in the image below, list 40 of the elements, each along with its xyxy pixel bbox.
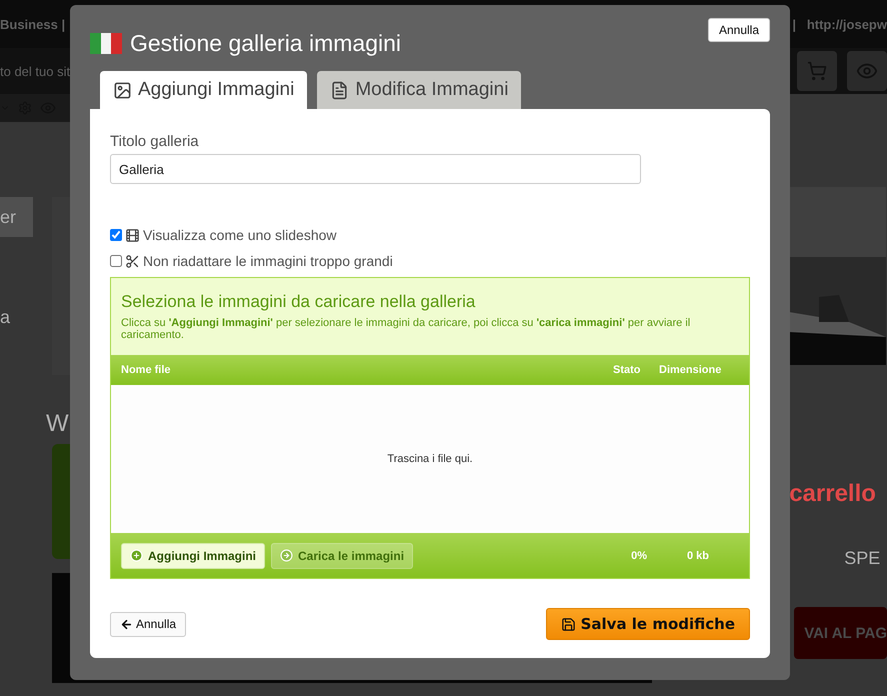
arrow-circle-icon bbox=[280, 549, 293, 562]
column-header: Stato bbox=[613, 364, 642, 376]
checkbox[interactable] bbox=[110, 229, 122, 241]
page-heading: W bbox=[46, 410, 70, 438]
option-label: Non riadattare le immagini troppo grandi bbox=[143, 253, 393, 269]
uploader-heading: Seleziona le immagini da caricare nella galleria bbox=[121, 292, 476, 312]
flag-icon bbox=[90, 33, 122, 54]
add-button[interactable]: Aggiungi Immagini bbox=[121, 542, 265, 568]
cart-title: carrello bbox=[789, 480, 877, 508]
plus-circle-icon bbox=[130, 549, 143, 562]
close-button[interactable]: Annulla bbox=[708, 18, 770, 42]
checkbox[interactable] bbox=[110, 255, 122, 267]
film-icon bbox=[125, 228, 140, 242]
column-header: Nome file bbox=[121, 364, 172, 376]
save-button[interactable]: Salva le modifiche bbox=[546, 608, 750, 640]
document-icon bbox=[330, 80, 350, 100]
cart-button[interactable] bbox=[797, 51, 837, 91]
image-icon bbox=[113, 80, 132, 100]
menu-item[interactable]: er bbox=[0, 197, 33, 237]
uploader-instructions: Clicca su 'Aggiungi Immagini' per selezionare le immagini da caricare, poi clicca su 'carica immagini' per avviare il caricamento. bbox=[121, 317, 692, 341]
shipping-label: SPE bbox=[843, 548, 882, 569]
column-header: Dimensione bbox=[659, 364, 722, 376]
title-input[interactable]: Galleria bbox=[110, 154, 641, 184]
total-size: 0 kb bbox=[686, 550, 709, 562]
drop-hint: Trascina i file qui. bbox=[387, 453, 473, 465]
save-icon bbox=[560, 616, 576, 632]
nav-text: Business | bbox=[0, 16, 66, 32]
cart-icon bbox=[807, 61, 827, 81]
field-label: Titolo galleria bbox=[110, 133, 200, 150]
dialog-title: Gestione galleria immagini bbox=[130, 30, 402, 57]
url-text: | http://josepw bbox=[792, 16, 887, 32]
option-label: Visualizza come uno slideshow bbox=[143, 227, 337, 243]
menu-item[interactable]: a bbox=[0, 297, 33, 337]
scissors-icon bbox=[125, 254, 140, 268]
site-text: to del tuo sit bbox=[0, 64, 70, 78]
arrow-left-icon bbox=[120, 618, 133, 630]
tab[interactable]: Aggiungi Immagini bbox=[100, 71, 308, 109]
tab[interactable]: Modifica Immagini bbox=[317, 71, 522, 109]
cancel-button[interactable]: Annulla bbox=[110, 612, 186, 636]
total-percent: 0% bbox=[630, 550, 647, 562]
